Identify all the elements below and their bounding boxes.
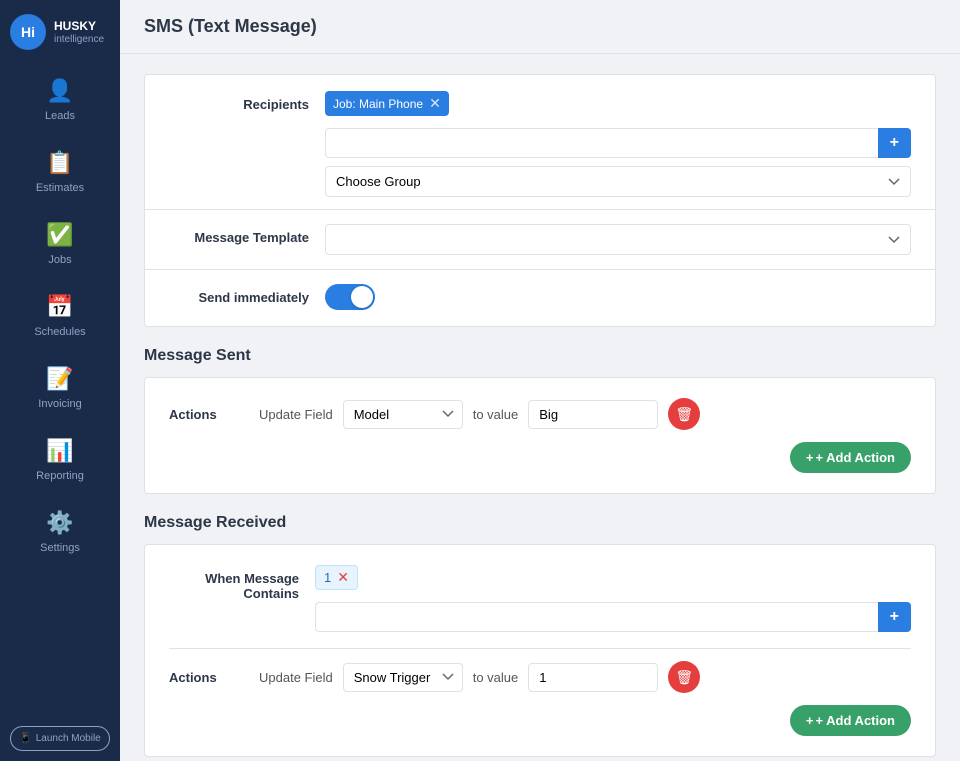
when-message-input[interactable] <box>315 602 878 632</box>
message-received-heading: Message Received <box>144 514 936 532</box>
sms-form-section: Recipients Job: Main Phone ✕ + Choose Gr… <box>144 74 936 327</box>
message-received-delete-button[interactable]: 🗑 <box>668 661 700 693</box>
toggle-controls <box>325 284 911 310</box>
message-template-controls <box>325 224 911 255</box>
sidebar-item-invoicing[interactable]: 📝 Invoicing <box>0 352 120 424</box>
mobile-icon: 📱 <box>19 733 31 744</box>
recipient-input-row: + <box>325 128 911 158</box>
sidebar-item-label: Settings <box>40 542 80 554</box>
message-sent-value-input[interactable] <box>528 400 658 429</box>
sidebar-item-settings[interactable]: ⚙️ Settings <box>0 496 120 568</box>
leads-icon: 👤 <box>46 78 73 104</box>
toggle-container <box>325 284 911 310</box>
message-template-select[interactable] <box>325 224 911 255</box>
recipient-input[interactable] <box>325 128 878 158</box>
when-message-tag-text: 1 <box>324 570 331 585</box>
sidebar-item-label: Estimates <box>36 182 84 194</box>
sidebar-item-schedules[interactable]: 📅 Schedules <box>0 280 120 352</box>
update-field-label: Update Field <box>259 407 333 422</box>
sidebar-item-leads[interactable]: 👤 Leads <box>0 64 120 136</box>
message-template-row: Message Template <box>145 214 935 265</box>
recipients-row: Recipients Job: Main Phone ✕ + Choose Gr… <box>145 75 935 205</box>
add-contains-button[interactable]: + <box>878 602 911 632</box>
message-received-card: When Message Contains 1 ✕ + <box>144 544 936 757</box>
message-sent-heading: Message Sent <box>144 347 936 365</box>
plus-icon: + <box>806 450 814 465</box>
schedules-icon: 📅 <box>46 294 73 320</box>
message-sent-add-action-button[interactable]: + + Add Action <box>790 442 911 473</box>
message-template-label: Message Template <box>169 224 309 245</box>
add-action-container: + + Add Action <box>169 430 911 473</box>
plus-icon2: + <box>806 713 814 728</box>
recipients-controls: Job: Main Phone ✕ + Choose Group <box>325 91 911 197</box>
recipient-tag-remove[interactable]: ✕ <box>429 95 441 112</box>
message-received-actions-row: Actions Update Field Snow Trigger Model … <box>169 661 911 693</box>
logo-sub: intelligence <box>54 34 104 45</box>
reporting-icon: 📊 <box>46 438 73 464</box>
add-recipient-button[interactable]: + <box>878 128 911 158</box>
sidebar-item-label: Reporting <box>36 470 84 482</box>
sidebar-item-reporting[interactable]: 📊 Reporting <box>0 424 120 496</box>
sidebar-bottom: 📱 Launch Mobile <box>0 716 120 761</box>
divider3 <box>169 648 911 649</box>
to-value-label: to value <box>473 407 519 422</box>
received-to-value-label: to value <box>473 670 519 685</box>
when-message-tag-container: 1 ✕ <box>315 565 911 590</box>
page-title: SMS (Text Message) <box>144 16 317 36</box>
message-sent-section: Message Sent Actions Update Field Model … <box>144 347 936 494</box>
message-received-add-action-button[interactable]: + + Add Action <box>790 705 911 736</box>
message-sent-delete-button[interactable]: 🗑 <box>668 398 700 430</box>
sidebar-item-label: Leads <box>45 110 75 122</box>
message-received-field-select[interactable]: Snow Trigger Model Status <box>343 663 463 692</box>
recipient-tag-text: Job: Main Phone <box>333 97 423 111</box>
recipients-label: Recipients <box>169 91 309 112</box>
send-immediately-label: Send immediately <box>169 284 309 305</box>
divider2 <box>145 269 935 270</box>
message-sent-field-select[interactable]: Model Snow Trigger Status <box>343 400 463 429</box>
send-immediately-toggle[interactable] <box>325 284 375 310</box>
sidebar-item-estimates[interactable]: 📋 Estimates <box>0 136 120 208</box>
actions-label: Actions <box>169 407 249 422</box>
when-message-input-row: + <box>315 602 911 632</box>
choose-group-select[interactable]: Choose Group <box>325 166 911 197</box>
sidebar-item-label: Jobs <box>48 254 71 266</box>
launch-mobile-button[interactable]: 📱 Launch Mobile <box>10 726 110 751</box>
jobs-icon: ✅ <box>46 222 73 248</box>
sidebar-item-label: Invoicing <box>38 398 81 410</box>
settings-icon: ⚙️ <box>46 510 73 536</box>
message-received-value-input[interactable] <box>528 663 658 692</box>
sidebar: Hi HUSKY intelligence 👤 Leads 📋 Estimate… <box>0 0 120 761</box>
invoicing-icon: 📝 <box>46 366 73 392</box>
message-sent-actions-row: Actions Update Field Model Snow Trigger … <box>169 398 911 430</box>
received-add-action-container: + + Add Action <box>169 693 911 736</box>
logo-circle: Hi <box>10 14 46 50</box>
logo: Hi HUSKY intelligence <box>0 0 120 64</box>
send-immediately-row: Send immediately <box>145 274 935 326</box>
sidebar-item-jobs[interactable]: ✅ Jobs <box>0 208 120 280</box>
when-message-tag: 1 ✕ <box>315 565 358 590</box>
message-sent-card: Actions Update Field Model Snow Trigger … <box>144 377 936 494</box>
when-message-row: When Message Contains 1 ✕ + <box>169 565 911 632</box>
message-received-section: Message Received When Message Contains 1… <box>144 514 936 761</box>
tag-container: Job: Main Phone ✕ <box>325 91 911 116</box>
estimates-icon: 📋 <box>46 150 73 176</box>
main-content: SMS (Text Message) Recipients Job: Main … <box>120 0 960 761</box>
when-message-tag-remove[interactable]: ✕ <box>337 569 349 586</box>
when-message-controls: 1 ✕ + <box>315 565 911 632</box>
received-actions-label: Actions <box>169 670 249 685</box>
divider <box>145 209 935 210</box>
logo-name: HUSKY <box>54 19 104 33</box>
page-header: SMS (Text Message) <box>120 0 960 54</box>
when-message-contains-label: When Message Contains <box>169 565 299 601</box>
recipient-tag: Job: Main Phone ✕ <box>325 91 449 116</box>
toggle-thumb <box>351 286 373 308</box>
content-area: Recipients Job: Main Phone ✕ + Choose Gr… <box>120 54 960 761</box>
sidebar-item-label: Schedules <box>34 326 85 338</box>
received-update-field-label: Update Field <box>259 670 333 685</box>
